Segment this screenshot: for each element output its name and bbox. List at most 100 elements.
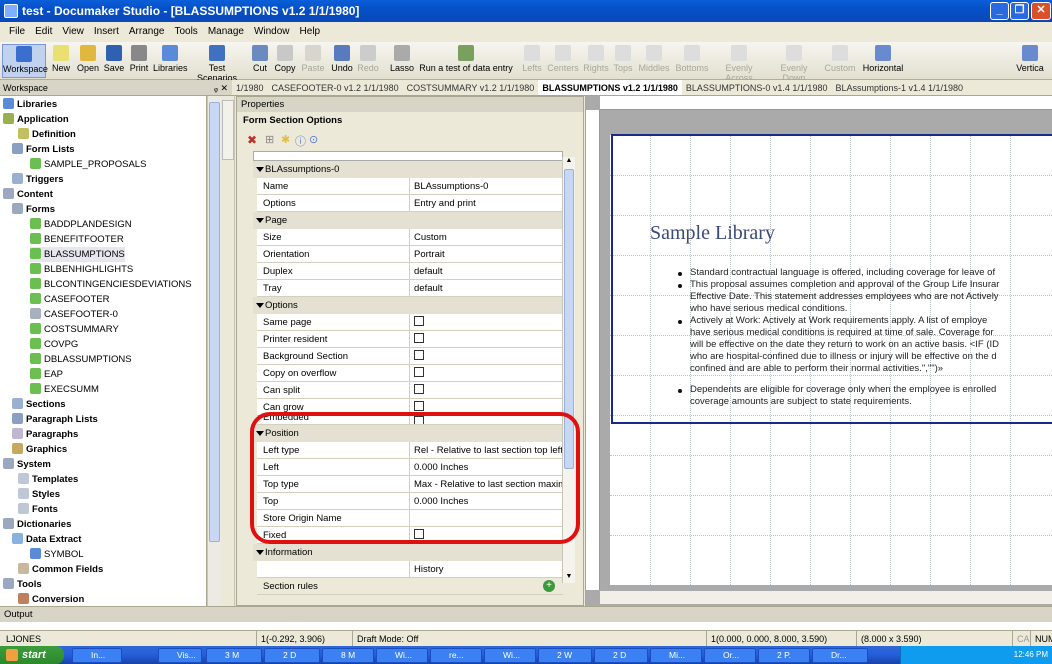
tab-blassumptions-1[interactable]: BLAssumptions-1 v1.4 1/1/1980 xyxy=(831,80,967,95)
taskbar-item[interactable]: 3 M xyxy=(206,648,262,663)
taskbar-item[interactable]: 2 D xyxy=(264,648,320,663)
tree-form-item[interactable]: CASEFOOTER-0 xyxy=(30,307,118,322)
menu-file[interactable]: File xyxy=(4,22,30,42)
vertical-button[interactable]: Vertica xyxy=(1010,44,1050,78)
taskbar-item[interactable]: Dr... xyxy=(812,648,868,663)
lasso-button[interactable]: Lasso xyxy=(388,44,416,78)
tab-blassumptions-0[interactable]: BLASSUMPTIONS-0 v1.4 1/1/1980 xyxy=(682,80,832,95)
canvas-hscrollbar[interactable] xyxy=(600,590,1052,604)
open-button[interactable]: Open xyxy=(75,44,101,78)
cut-button[interactable]: Cut xyxy=(250,44,270,78)
new-button[interactable]: New xyxy=(48,44,74,78)
menu-arrange[interactable]: Arrange xyxy=(124,22,170,42)
tree-dictionaries[interactable]: Dictionaries xyxy=(3,517,71,532)
tree-libraries[interactable]: Libraries xyxy=(3,97,57,112)
star-icon[interactable]: ✱ xyxy=(281,133,290,146)
prop-orientation[interactable]: Orientation Portrait xyxy=(257,246,563,263)
test-scenarios-button[interactable]: Test Scenarios xyxy=(188,44,246,83)
taskbar-item[interactable]: 8 M xyxy=(322,648,374,663)
tree-sections[interactable]: Sections xyxy=(12,397,66,412)
minimize-icon[interactable]: _ xyxy=(990,2,1009,20)
libraries-button[interactable]: Libraries xyxy=(153,44,188,78)
evenly-across-button[interactable]: Evenly Across xyxy=(712,44,766,83)
start-button[interactable]: start xyxy=(0,646,64,664)
prop-history[interactable]: History xyxy=(257,561,563,578)
group-blassumptions[interactable]: BLAssumptions-0 xyxy=(253,161,563,178)
tree-definition[interactable]: Definition xyxy=(18,127,76,142)
copy-on-overflow-checkbox[interactable] xyxy=(414,367,424,377)
taskbar-item[interactable]: re... xyxy=(430,648,482,663)
info-icon[interactable]: ⓘ xyxy=(295,133,306,149)
copy-button[interactable]: Copy xyxy=(272,44,298,78)
tree-triggers[interactable]: Triggers xyxy=(12,172,64,187)
tree-templates[interactable]: Templates xyxy=(18,472,78,487)
tree-form-item[interactable]: COVPG xyxy=(30,337,78,352)
prop-size[interactable]: Size Custom xyxy=(257,229,563,246)
menu-help[interactable]: Help xyxy=(295,22,326,42)
tree-sample-proposals[interactable]: SAMPLE_PROPOSALS xyxy=(30,157,146,172)
align-lefts-button[interactable]: Lefts xyxy=(520,44,544,78)
menu-manage[interactable]: Manage xyxy=(203,22,249,42)
menu-edit[interactable]: Edit xyxy=(30,22,57,42)
taskbar-item[interactable]: Mi... xyxy=(650,648,702,663)
prop-section-rules[interactable]: Section rules + xyxy=(257,578,563,595)
prop-name[interactable]: Name BLAssumptions-0 xyxy=(257,178,563,195)
tree-form-item-selected[interactable]: BLASSUMPTIONS xyxy=(30,247,125,262)
prop-options[interactable]: Options Entry and print xyxy=(257,195,563,212)
tree-content[interactable]: Content xyxy=(3,187,53,202)
evenly-down-button[interactable]: Evenly Down xyxy=(768,44,820,83)
tree-conversion[interactable]: Conversion xyxy=(18,592,84,606)
tree-system[interactable]: System xyxy=(3,457,51,472)
side-tab[interactable] xyxy=(222,100,234,160)
pin-close-icon[interactable]: ᵩ ✕ xyxy=(214,80,228,96)
tab-prev-doc[interactable]: 1/1980 xyxy=(232,80,268,95)
background-section-checkbox[interactable] xyxy=(414,350,424,360)
tree-forms[interactable]: Forms xyxy=(12,202,55,217)
help-icon[interactable]: ⊙ xyxy=(309,133,318,146)
print-button[interactable]: Print xyxy=(127,44,151,78)
taskbar-item[interactable]: 2 W xyxy=(538,648,592,663)
tree-paragraph-lists[interactable]: Paragraph Lists xyxy=(12,412,98,427)
tree-symbol[interactable]: SYMBOL xyxy=(30,547,84,562)
taskbar-item[interactable]: Or... xyxy=(704,648,756,663)
tree-styles[interactable]: Styles xyxy=(18,487,60,502)
tree-paragraphs[interactable]: Paragraphs xyxy=(12,427,78,442)
delete-icon[interactable]: ✖ xyxy=(247,133,257,147)
tree-form-item[interactable]: CASEFOOTER xyxy=(30,292,109,307)
scroll-down-icon[interactable]: ▼ xyxy=(564,573,574,583)
run-test-button[interactable]: Run a test of data entry xyxy=(416,44,516,78)
tree-fonts[interactable]: Fonts xyxy=(18,502,58,517)
custom-button[interactable]: Custom xyxy=(824,44,856,78)
tree-application[interactable]: Application xyxy=(3,112,69,127)
menu-view[interactable]: View xyxy=(57,22,89,42)
prop-same-page[interactable]: Same page xyxy=(257,314,563,331)
workspace-button[interactable]: Workspace xyxy=(2,44,48,78)
tab-casefooter-0[interactable]: CASEFOOTER-0 v1.2 1/1/1980 xyxy=(268,80,403,95)
taskbar-item[interactable]: In... xyxy=(72,648,122,663)
taskbar-item[interactable]: Wi... xyxy=(376,648,428,663)
align-middles-button[interactable]: Middles xyxy=(636,44,672,78)
taskbar-item[interactable]: 2 P. xyxy=(758,648,810,663)
tab-blassumptions[interactable]: BLASSUMPTIONS v1.2 1/1/1980 xyxy=(538,80,682,95)
prop-tray[interactable]: Tray default xyxy=(257,280,563,297)
tree-form-item[interactable]: BLBENHIGHLIGHTS xyxy=(30,262,133,277)
paste-button[interactable]: Paste xyxy=(299,44,327,78)
undo-button[interactable]: Undo xyxy=(330,44,354,78)
tree-form-item[interactable]: EXECSUMM xyxy=(30,382,99,397)
restore-icon[interactable]: ❐ xyxy=(1010,2,1029,20)
group-information[interactable]: Information xyxy=(253,544,563,561)
tree-scrollbar[interactable] xyxy=(207,96,221,606)
add-rule-icon[interactable]: + xyxy=(543,580,555,592)
prop-printer-resident[interactable]: Printer resident xyxy=(257,331,563,348)
taskbar-item[interactable]: Vis... xyxy=(158,648,202,663)
horizontal-button[interactable]: Horizontal xyxy=(858,44,908,78)
menu-insert[interactable]: Insert xyxy=(89,22,124,42)
group-page[interactable]: Page xyxy=(253,212,563,229)
align-rights-button[interactable]: Rights xyxy=(582,44,610,78)
close-icon[interactable]: ✕ xyxy=(1031,2,1051,20)
align-tops-button[interactable]: Tops xyxy=(612,44,634,78)
tree-form-item[interactable]: BENEFITFOOTER xyxy=(30,232,124,247)
same-page-checkbox[interactable] xyxy=(414,316,424,326)
tree-form-item[interactable]: COSTSUMMARY xyxy=(30,322,119,337)
menu-tools[interactable]: Tools xyxy=(169,22,202,42)
